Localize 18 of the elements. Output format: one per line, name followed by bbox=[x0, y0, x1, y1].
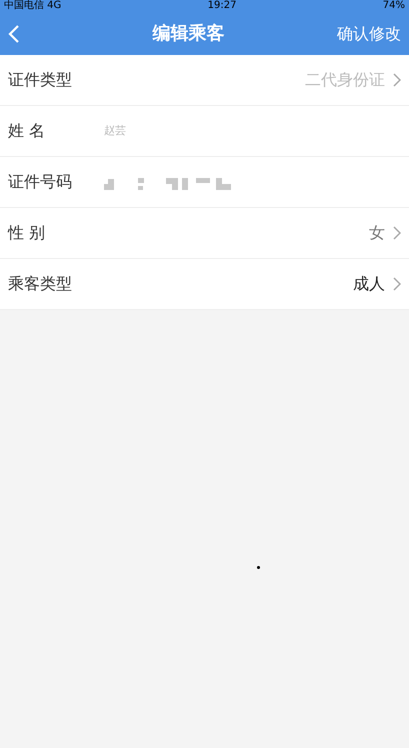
field-label: 证件号码 bbox=[8, 171, 73, 193]
confirm-button[interactable]: 确认修改 bbox=[337, 22, 401, 46]
field-label: 姓 名 bbox=[8, 120, 46, 142]
carrier-text: 中国电信 4G bbox=[4, 1, 62, 11]
select-field[interactable]: 成人 bbox=[353, 272, 401, 296]
field-label: 乘客类型 bbox=[8, 273, 73, 295]
battery-text: 74% bbox=[382, 1, 405, 11]
dot-mark bbox=[257, 566, 260, 569]
chevron-icon bbox=[393, 73, 401, 87]
name-field[interactable]: 赵芸 bbox=[104, 122, 401, 140]
clock-text: 19:27 bbox=[208, 1, 236, 11]
chevron-icon bbox=[393, 226, 401, 240]
field-label: 证件类型 bbox=[8, 69, 73, 91]
chevron-icon bbox=[393, 277, 401, 291]
page-title: 编辑乘客 bbox=[152, 22, 224, 46]
select-field[interactable]: 女 bbox=[369, 221, 401, 245]
back-icon bbox=[8, 24, 20, 44]
field-label: 性 别 bbox=[8, 222, 46, 244]
